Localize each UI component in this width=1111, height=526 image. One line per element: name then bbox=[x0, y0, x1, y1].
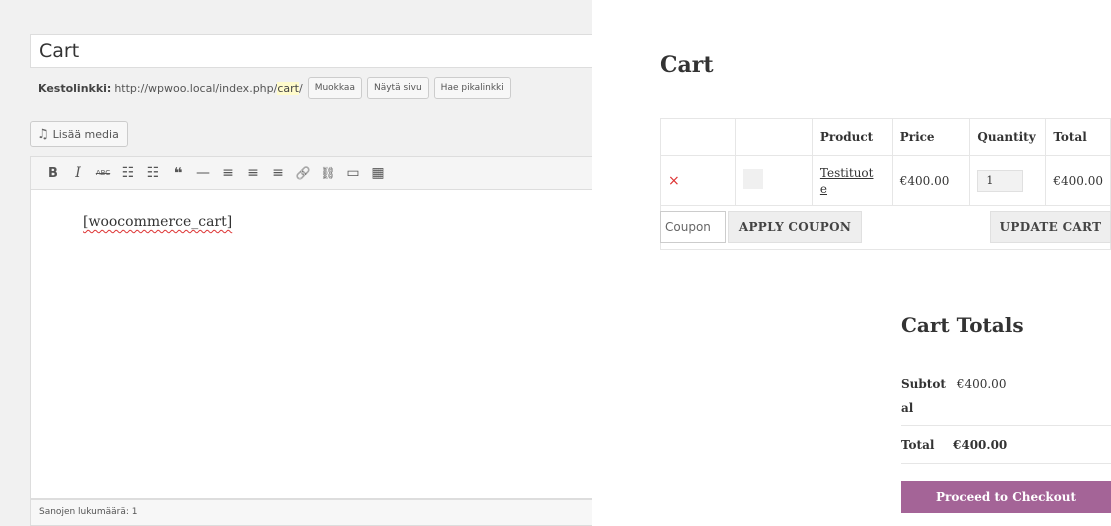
numbered-list-icon[interactable]: ☷ bbox=[141, 161, 165, 185]
cart-table: Product Price Quantity Total × Testituot… bbox=[660, 118, 1111, 206]
subtotal-row: Subtotal €400.00 bbox=[901, 362, 1111, 426]
subtotal-value: €400.00 bbox=[956, 377, 1007, 391]
proceed-to-checkout-button[interactable]: Proceed to Checkout bbox=[901, 481, 1111, 513]
col-product: Product bbox=[811, 118, 893, 156]
permalink-slug[interactable]: cart bbox=[277, 81, 299, 95]
total-row: Total €400.00 bbox=[901, 426, 1111, 464]
cart-preview: Cart Product Price Quantity Total × Test… bbox=[592, 0, 1111, 526]
horizontal-line-icon[interactable]: — bbox=[191, 161, 215, 185]
cart-totals-heading: Cart Totals bbox=[901, 313, 1024, 337]
product-link[interactable]: Testituote bbox=[820, 165, 878, 197]
col-total: Total bbox=[1045, 118, 1111, 156]
strikethrough-icon[interactable]: ABC bbox=[91, 161, 115, 185]
total-label: Total bbox=[901, 437, 935, 452]
remove-item-icon[interactable]: × bbox=[668, 173, 680, 189]
item-price: €400.00 bbox=[891, 155, 971, 206]
col-quantity: Quantity bbox=[969, 118, 1047, 156]
editor-toolbar: B I ABC ☷ ☷ ❝ — ≡ ≡ ≡ 🔗 ⛓ ▭ ▦ bbox=[30, 156, 592, 190]
bullet-list-icon[interactable]: ☷ bbox=[116, 161, 140, 185]
read-more-icon[interactable]: ▭ bbox=[341, 161, 365, 185]
permalink-label: Kestolinkki: bbox=[38, 81, 112, 95]
post-title-input[interactable]: Cart bbox=[30, 34, 592, 68]
align-center-icon[interactable]: ≡ bbox=[241, 161, 265, 185]
subtotal-label: Subtotal bbox=[901, 377, 946, 415]
permalink-url: http://wpwoo.local/index.php/ bbox=[114, 81, 278, 95]
editor-content-text: [woocommerce_cart] bbox=[83, 214, 233, 230]
quantity-input[interactable]: 1 bbox=[977, 169, 1024, 192]
blockquote-icon[interactable]: ❝ bbox=[166, 161, 190, 185]
editor-content-area[interactable]: [woocommerce_cart] bbox=[30, 190, 592, 499]
cart-table-header: Product Price Quantity Total bbox=[660, 118, 1111, 156]
link-icon[interactable]: 🔗 bbox=[291, 161, 315, 185]
add-media-label: Lisää media bbox=[52, 127, 119, 141]
word-count-status: Sanojen lukumäärä: 1 bbox=[30, 499, 592, 526]
permalink-suffix: / bbox=[298, 81, 303, 95]
item-total: €400.00 bbox=[1045, 155, 1111, 206]
get-shortlink-button[interactable]: Hae pikalinkki bbox=[433, 77, 511, 99]
page-editor: Cart Kestolinkki: http://wpwoo.local/ind… bbox=[0, 0, 592, 526]
total-value: €400.00 bbox=[953, 437, 1008, 452]
cart-heading: Cart bbox=[660, 52, 714, 78]
coupon-input[interactable]: Coupon bbox=[660, 211, 726, 243]
col-thumbnail bbox=[734, 118, 813, 156]
align-right-icon[interactable]: ≡ bbox=[266, 161, 290, 185]
edit-permalink-button[interactable]: Muokkaa bbox=[307, 77, 362, 99]
col-remove bbox=[660, 118, 736, 156]
italic-icon[interactable]: I bbox=[66, 161, 90, 185]
toolbar-toggle-icon[interactable]: ▦ bbox=[366, 161, 390, 185]
cart-totals: Subtotal €400.00 Total €400.00 bbox=[901, 362, 1111, 464]
add-media-button[interactable]: ♫ Lisää media bbox=[30, 121, 128, 147]
col-price: Price bbox=[891, 118, 971, 156]
view-page-button[interactable]: Näytä sivu bbox=[366, 77, 429, 99]
apply-coupon-button[interactable]: APPLY COUPON bbox=[728, 211, 862, 243]
align-left-icon[interactable]: ≡ bbox=[216, 161, 240, 185]
unlink-icon[interactable]: ⛓ bbox=[316, 161, 340, 185]
update-cart-button[interactable]: UPDATE CART bbox=[990, 211, 1111, 243]
permalink-row: Kestolinkki: http://wpwoo.local/index.ph… bbox=[38, 76, 511, 100]
table-row: × Testituote €400.00 1 €400.00 bbox=[660, 155, 1111, 206]
product-thumbnail[interactable] bbox=[742, 169, 763, 189]
media-icon: ♫ bbox=[37, 126, 49, 142]
bold-icon[interactable]: B bbox=[41, 161, 65, 185]
